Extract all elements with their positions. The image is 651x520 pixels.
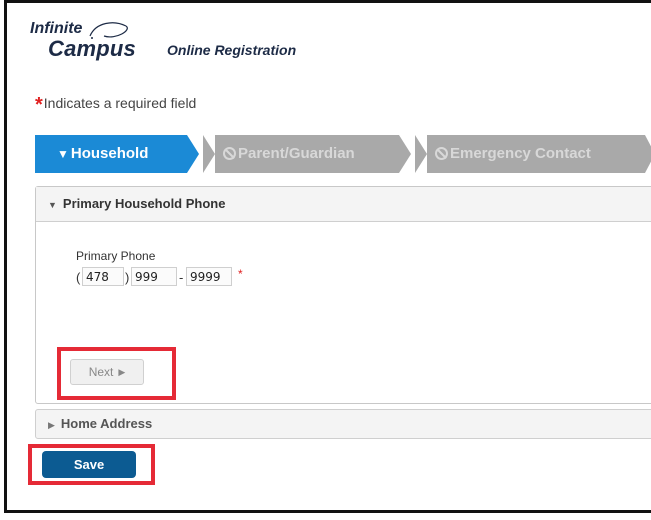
area-code-input[interactable]: [82, 267, 124, 286]
save-button[interactable]: Save: [42, 451, 136, 478]
registration-steps: ▼ Household Parent/Guardian Emergency Con…: [35, 135, 651, 173]
tab-parent-arrow: [399, 135, 411, 173]
line-number-input[interactable]: [186, 267, 232, 286]
logo-campus-text: Campus: [48, 36, 136, 61]
phone-panel-header[interactable]: ▼ Primary Household Phone: [36, 187, 651, 222]
next-button[interactable]: Next ▶: [70, 359, 144, 385]
next-button-label: Next: [88, 365, 114, 379]
tab-household[interactable]: ▼ Household: [35, 135, 187, 173]
tab-parent-guardian[interactable]: Parent/Guardian: [203, 135, 399, 173]
required-field-note: *Indicates a required field: [35, 91, 197, 116]
home-address-title: Home Address: [60, 416, 153, 431]
phone-prefix-input[interactable]: [131, 267, 177, 286]
ban-icon: [435, 147, 448, 160]
primary-household-phone-panel: ▼ Primary Household Phone Primary Phone (…: [35, 186, 651, 404]
chevron-right-icon: ▶: [118, 367, 126, 377]
phone-required-star: *: [238, 267, 243, 281]
tab-emergency-notch: [415, 135, 427, 173]
tab-emergency-contact[interactable]: Emergency Contact: [415, 135, 645, 173]
phone-dash: -: [179, 270, 184, 285]
tab-emergency-contact-label: Emergency Contact: [450, 145, 591, 162]
logo-subtitle: Online Registration: [167, 42, 297, 58]
ban-icon: [223, 147, 236, 160]
caret-down-icon: ▼: [57, 147, 69, 161]
phone-panel-title: Primary Household Phone: [62, 196, 226, 211]
tab-household-label: Household: [70, 145, 149, 162]
home-address-panel-header[interactable]: ▶ Home Address: [35, 409, 651, 439]
open-paren: (: [76, 270, 81, 285]
primary-phone-label: Primary Phone: [76, 249, 156, 263]
triangle-right-icon: ▶: [48, 420, 55, 430]
infinite-campus-logo: Infinite Campus Online Registration: [30, 18, 340, 68]
required-note-text: Indicates a required field: [43, 95, 197, 111]
tab-parent-notch: [203, 135, 215, 173]
triangle-down-icon: ▼: [48, 200, 57, 210]
close-paren: ): [125, 270, 130, 285]
required-star: *: [35, 94, 43, 116]
tab-parent-guardian-label: Parent/Guardian: [238, 145, 355, 162]
tab-emergency-arrow: [645, 135, 651, 173]
tab-household-arrow: [187, 135, 199, 173]
